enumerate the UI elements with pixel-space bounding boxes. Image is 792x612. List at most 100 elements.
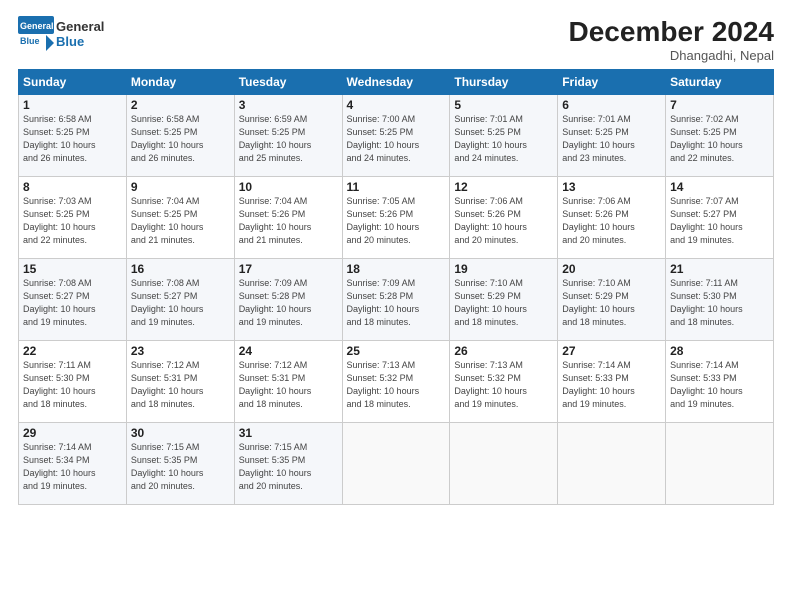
day-info: Sunrise: 7:04 AM Sunset: 5:25 PM Dayligh… bbox=[131, 195, 230, 247]
day-number: 27 bbox=[562, 344, 661, 358]
day-number: 26 bbox=[454, 344, 553, 358]
day-number: 13 bbox=[562, 180, 661, 194]
day-cell-8: 8Sunrise: 7:03 AM Sunset: 5:25 PM Daylig… bbox=[19, 177, 127, 259]
day-info: Sunrise: 7:04 AM Sunset: 5:26 PM Dayligh… bbox=[239, 195, 338, 247]
day-info: Sunrise: 7:09 AM Sunset: 5:28 PM Dayligh… bbox=[239, 277, 338, 329]
day-info: Sunrise: 7:02 AM Sunset: 5:25 PM Dayligh… bbox=[670, 113, 769, 165]
day-cell-20: 20Sunrise: 7:10 AM Sunset: 5:29 PM Dayli… bbox=[558, 259, 666, 341]
day-info: Sunrise: 7:15 AM Sunset: 5:35 PM Dayligh… bbox=[131, 441, 230, 493]
day-cell-16: 16Sunrise: 7:08 AM Sunset: 5:27 PM Dayli… bbox=[126, 259, 234, 341]
day-number: 19 bbox=[454, 262, 553, 276]
day-cell-10: 10Sunrise: 7:04 AM Sunset: 5:26 PM Dayli… bbox=[234, 177, 342, 259]
day-cell-13: 13Sunrise: 7:06 AM Sunset: 5:26 PM Dayli… bbox=[558, 177, 666, 259]
day-number: 25 bbox=[347, 344, 446, 358]
location: Dhangadhi, Nepal bbox=[569, 48, 774, 63]
day-info: Sunrise: 7:12 AM Sunset: 5:31 PM Dayligh… bbox=[239, 359, 338, 411]
day-cell-9: 9Sunrise: 7:04 AM Sunset: 5:25 PM Daylig… bbox=[126, 177, 234, 259]
day-number: 21 bbox=[670, 262, 769, 276]
day-number: 28 bbox=[670, 344, 769, 358]
day-number: 14 bbox=[670, 180, 769, 194]
day-number: 17 bbox=[239, 262, 338, 276]
day-cell-22: 22Sunrise: 7:11 AM Sunset: 5:30 PM Dayli… bbox=[19, 341, 127, 423]
day-cell-12: 12Sunrise: 7:06 AM Sunset: 5:26 PM Dayli… bbox=[450, 177, 558, 259]
logo-text-blue: Blue bbox=[56, 34, 104, 49]
day-number: 10 bbox=[239, 180, 338, 194]
day-number: 11 bbox=[347, 180, 446, 194]
day-info: Sunrise: 7:06 AM Sunset: 5:26 PM Dayligh… bbox=[562, 195, 661, 247]
day-number: 6 bbox=[562, 98, 661, 112]
header: General Blue General Blue December 2024 … bbox=[18, 16, 774, 63]
day-number: 5 bbox=[454, 98, 553, 112]
day-cell-28: 28Sunrise: 7:14 AM Sunset: 5:33 PM Dayli… bbox=[666, 341, 774, 423]
day-number: 31 bbox=[239, 426, 338, 440]
day-info: Sunrise: 7:01 AM Sunset: 5:25 PM Dayligh… bbox=[454, 113, 553, 165]
day-info: Sunrise: 7:11 AM Sunset: 5:30 PM Dayligh… bbox=[23, 359, 122, 411]
calendar-week-1: 1Sunrise: 6:58 AM Sunset: 5:25 PM Daylig… bbox=[19, 95, 774, 177]
day-number: 2 bbox=[131, 98, 230, 112]
day-number: 8 bbox=[23, 180, 122, 194]
day-cell-3: 3Sunrise: 6:59 AM Sunset: 5:25 PM Daylig… bbox=[234, 95, 342, 177]
empty-cell bbox=[558, 423, 666, 505]
title-block: December 2024 Dhangadhi, Nepal bbox=[569, 16, 774, 63]
svg-text:General: General bbox=[20, 21, 54, 31]
day-number: 18 bbox=[347, 262, 446, 276]
day-info: Sunrise: 7:13 AM Sunset: 5:32 PM Dayligh… bbox=[454, 359, 553, 411]
day-number: 29 bbox=[23, 426, 122, 440]
day-number: 23 bbox=[131, 344, 230, 358]
calendar-week-2: 8Sunrise: 7:03 AM Sunset: 5:25 PM Daylig… bbox=[19, 177, 774, 259]
day-number: 4 bbox=[347, 98, 446, 112]
calendar-week-5: 29Sunrise: 7:14 AM Sunset: 5:34 PM Dayli… bbox=[19, 423, 774, 505]
day-cell-24: 24Sunrise: 7:12 AM Sunset: 5:31 PM Dayli… bbox=[234, 341, 342, 423]
day-info: Sunrise: 7:09 AM Sunset: 5:28 PM Dayligh… bbox=[347, 277, 446, 329]
calendar-header-row: SundayMondayTuesdayWednesdayThursdayFrid… bbox=[19, 70, 774, 95]
day-cell-2: 2Sunrise: 6:58 AM Sunset: 5:25 PM Daylig… bbox=[126, 95, 234, 177]
calendar-week-3: 15Sunrise: 7:08 AM Sunset: 5:27 PM Dayli… bbox=[19, 259, 774, 341]
day-number: 15 bbox=[23, 262, 122, 276]
day-info: Sunrise: 7:01 AM Sunset: 5:25 PM Dayligh… bbox=[562, 113, 661, 165]
calendar-week-4: 22Sunrise: 7:11 AM Sunset: 5:30 PM Dayli… bbox=[19, 341, 774, 423]
day-cell-5: 5Sunrise: 7:01 AM Sunset: 5:25 PM Daylig… bbox=[450, 95, 558, 177]
day-cell-29: 29Sunrise: 7:14 AM Sunset: 5:34 PM Dayli… bbox=[19, 423, 127, 505]
day-cell-11: 11Sunrise: 7:05 AM Sunset: 5:26 PM Dayli… bbox=[342, 177, 450, 259]
day-info: Sunrise: 6:58 AM Sunset: 5:25 PM Dayligh… bbox=[23, 113, 122, 165]
month-title: December 2024 bbox=[569, 16, 774, 48]
day-info: Sunrise: 7:06 AM Sunset: 5:26 PM Dayligh… bbox=[454, 195, 553, 247]
day-number: 3 bbox=[239, 98, 338, 112]
day-number: 22 bbox=[23, 344, 122, 358]
day-info: Sunrise: 7:03 AM Sunset: 5:25 PM Dayligh… bbox=[23, 195, 122, 247]
calendar-table: SundayMondayTuesdayWednesdayThursdayFrid… bbox=[18, 69, 774, 505]
day-info: Sunrise: 7:14 AM Sunset: 5:34 PM Dayligh… bbox=[23, 441, 122, 493]
col-header-saturday: Saturday bbox=[666, 70, 774, 95]
day-info: Sunrise: 7:15 AM Sunset: 5:35 PM Dayligh… bbox=[239, 441, 338, 493]
day-cell-26: 26Sunrise: 7:13 AM Sunset: 5:32 PM Dayli… bbox=[450, 341, 558, 423]
day-number: 12 bbox=[454, 180, 553, 194]
day-info: Sunrise: 7:00 AM Sunset: 5:25 PM Dayligh… bbox=[347, 113, 446, 165]
day-cell-15: 15Sunrise: 7:08 AM Sunset: 5:27 PM Dayli… bbox=[19, 259, 127, 341]
empty-cell bbox=[666, 423, 774, 505]
day-cell-30: 30Sunrise: 7:15 AM Sunset: 5:35 PM Dayli… bbox=[126, 423, 234, 505]
day-info: Sunrise: 7:11 AM Sunset: 5:30 PM Dayligh… bbox=[670, 277, 769, 329]
day-cell-19: 19Sunrise: 7:10 AM Sunset: 5:29 PM Dayli… bbox=[450, 259, 558, 341]
day-cell-31: 31Sunrise: 7:15 AM Sunset: 5:35 PM Dayli… bbox=[234, 423, 342, 505]
day-cell-21: 21Sunrise: 7:11 AM Sunset: 5:30 PM Dayli… bbox=[666, 259, 774, 341]
logo-text-general: General bbox=[56, 19, 104, 34]
day-cell-14: 14Sunrise: 7:07 AM Sunset: 5:27 PM Dayli… bbox=[666, 177, 774, 259]
col-header-tuesday: Tuesday bbox=[234, 70, 342, 95]
day-cell-27: 27Sunrise: 7:14 AM Sunset: 5:33 PM Dayli… bbox=[558, 341, 666, 423]
day-info: Sunrise: 7:08 AM Sunset: 5:27 PM Dayligh… bbox=[23, 277, 122, 329]
day-info: Sunrise: 7:08 AM Sunset: 5:27 PM Dayligh… bbox=[131, 277, 230, 329]
empty-cell bbox=[450, 423, 558, 505]
col-header-sunday: Sunday bbox=[19, 70, 127, 95]
day-cell-7: 7Sunrise: 7:02 AM Sunset: 5:25 PM Daylig… bbox=[666, 95, 774, 177]
col-header-friday: Friday bbox=[558, 70, 666, 95]
day-info: Sunrise: 7:05 AM Sunset: 5:26 PM Dayligh… bbox=[347, 195, 446, 247]
day-cell-25: 25Sunrise: 7:13 AM Sunset: 5:32 PM Dayli… bbox=[342, 341, 450, 423]
empty-cell bbox=[342, 423, 450, 505]
day-info: Sunrise: 7:10 AM Sunset: 5:29 PM Dayligh… bbox=[562, 277, 661, 329]
day-info: Sunrise: 7:14 AM Sunset: 5:33 PM Dayligh… bbox=[562, 359, 661, 411]
day-number: 20 bbox=[562, 262, 661, 276]
col-header-thursday: Thursday bbox=[450, 70, 558, 95]
day-cell-17: 17Sunrise: 7:09 AM Sunset: 5:28 PM Dayli… bbox=[234, 259, 342, 341]
day-number: 24 bbox=[239, 344, 338, 358]
day-info: Sunrise: 7:13 AM Sunset: 5:32 PM Dayligh… bbox=[347, 359, 446, 411]
